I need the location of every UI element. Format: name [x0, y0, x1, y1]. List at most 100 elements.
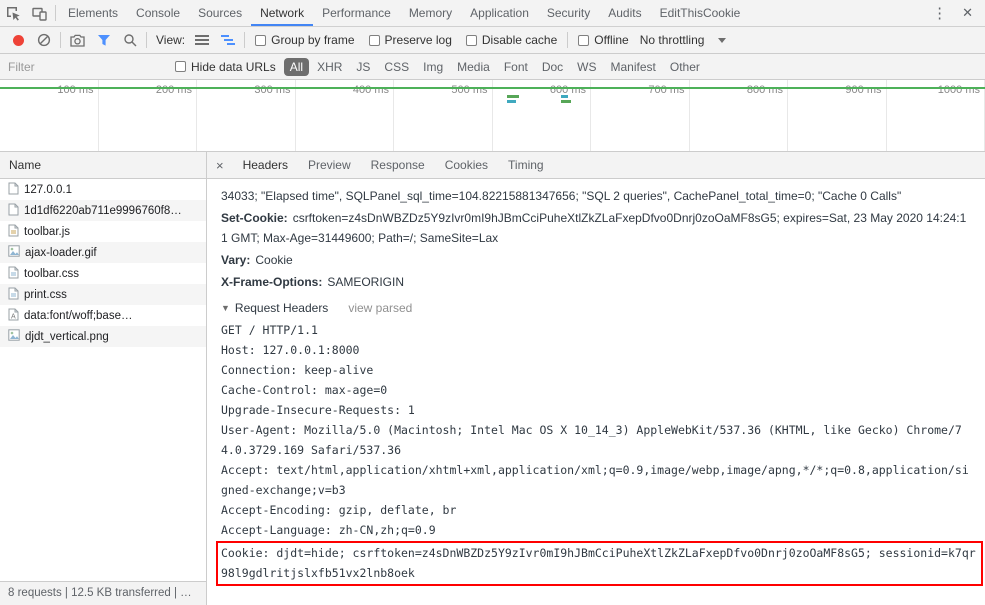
image-icon	[8, 329, 20, 344]
header-name: X-Frame-Options:	[221, 275, 323, 289]
screenshot-icon[interactable]	[64, 34, 91, 47]
devtools-window: Elements Console Sources Network Perform…	[0, 0, 985, 605]
filter-icon[interactable]	[91, 34, 117, 47]
record-icon[interactable]	[13, 34, 24, 46]
timeline-tick: 700 ms	[591, 80, 690, 151]
filter-type-js[interactable]: JS	[350, 58, 376, 76]
detail-tab-response[interactable]: Response	[361, 152, 435, 178]
filter-type-manifest[interactable]: Manifest	[605, 58, 662, 76]
preserve-log-checkbox[interactable]: Preserve log	[368, 33, 452, 47]
tab-performance[interactable]: Performance	[313, 0, 400, 26]
tab-audits[interactable]: Audits	[599, 0, 650, 26]
timeline-tick: 400 ms	[296, 80, 394, 151]
close-detail-icon[interactable]: ×	[207, 158, 233, 173]
timeline-overview[interactable]: 100 ms 200 ms 300 ms 400 ms 500 ms 600 m…	[0, 80, 985, 152]
response-header-row: Vary: Cookie	[221, 250, 971, 270]
filter-type-font[interactable]: Font	[498, 58, 534, 76]
device-toolbar-icon[interactable]	[26, 0, 52, 26]
chevron-down-icon	[718, 37, 727, 43]
filter-type-media[interactable]: Media	[451, 58, 496, 76]
request-name: djdt_vertical.png	[25, 330, 109, 343]
tab-elements[interactable]: Elements	[59, 0, 127, 26]
divider	[244, 32, 246, 48]
request-header-line: Upgrade-Insecure-Requests: 1	[221, 403, 415, 417]
request-name: data:font/woff;base…	[24, 309, 133, 322]
filter-bar: Hide data URLs All XHR JS CSS Img Media …	[0, 54, 985, 80]
image-icon	[8, 245, 20, 260]
waterfall-mark	[561, 100, 571, 103]
more-menu-icon[interactable]: ⋮	[923, 4, 956, 22]
header-value-overflow: 34033; "Elapsed time", SQLPanel_sql_time…	[221, 189, 902, 203]
svg-text:A: A	[11, 313, 16, 320]
checkbox-icon	[175, 61, 186, 72]
devtools-tabbar: Elements Console Sources Network Perform…	[0, 0, 985, 27]
detail-tab-headers[interactable]: Headers	[233, 152, 298, 178]
header-name: Vary:	[221, 253, 251, 267]
response-header-row: Set-Cookie: csrftoken=z4sDnWBZDz5Y9zIvr0m…	[221, 208, 971, 248]
checkbox-icon	[465, 34, 477, 46]
response-header-row: X-Frame-Options: SAMEORIGIN	[221, 272, 971, 292]
name-column-header[interactable]: Name	[0, 152, 206, 179]
group-by-frame-checkbox[interactable]: Group by frame	[255, 33, 355, 47]
request-row[interactable]: A data:font/woff;base…	[0, 305, 206, 326]
tab-network[interactable]: Network	[251, 0, 313, 26]
divider	[55, 5, 56, 21]
network-toolbar: View: Group by frame Preserve log Disabl…	[0, 27, 985, 54]
stylesheet-icon	[8, 287, 19, 303]
view-overview-icon[interactable]	[215, 34, 241, 46]
filter-type-all[interactable]: All	[283, 57, 310, 76]
divider	[60, 32, 61, 48]
filter-type-img[interactable]: Img	[417, 58, 449, 76]
disable-cache-checkbox[interactable]: Disable cache	[465, 33, 557, 47]
tab-security[interactable]: Security	[538, 0, 599, 26]
request-row[interactable]: toolbar.css	[0, 263, 206, 284]
request-name: 127.0.0.1	[24, 183, 72, 196]
triangle-expanded-icon: ▼	[221, 303, 230, 313]
waterfall-mark	[507, 100, 516, 103]
detail-tab-timing[interactable]: Timing	[498, 152, 554, 178]
throttling-dropdown[interactable]: No throttling	[640, 33, 727, 47]
filter-type-css[interactable]: CSS	[378, 58, 415, 76]
request-row[interactable]: 127.0.0.1	[0, 179, 206, 200]
checkbox-icon	[255, 34, 267, 46]
search-icon[interactable]	[117, 33, 143, 47]
cookie-header-line: Cookie: djdt=hide; csrftoken=z4sDnWBZDz5…	[221, 546, 976, 580]
tab-sources[interactable]: Sources	[189, 0, 251, 26]
tab-editthiscookie[interactable]: EditThisCookie	[651, 0, 750, 26]
tab-application[interactable]: Application	[461, 0, 538, 26]
tab-console[interactable]: Console	[127, 0, 189, 26]
tab-memory[interactable]: Memory	[400, 0, 461, 26]
close-devtools-icon[interactable]: ✕	[956, 5, 985, 21]
request-headers-section[interactable]: ▼ Request Headers view parsed	[221, 301, 971, 315]
detail-tab-preview[interactable]: Preview	[298, 152, 361, 178]
request-row[interactable]: print.css	[0, 284, 206, 305]
view-label: View:	[156, 33, 186, 47]
offline-label: Offline	[594, 33, 629, 47]
hide-data-urls-checkbox[interactable]: Hide data URLs	[175, 60, 276, 74]
request-row[interactable]: ajax-loader.gif	[0, 242, 206, 263]
request-row[interactable]: 1d1df6220ab711e9996760f8…	[0, 200, 206, 221]
filter-type-ws[interactable]: WS	[571, 58, 602, 76]
view-large-rows-icon[interactable]	[189, 34, 215, 46]
request-row[interactable]: toolbar.js	[0, 221, 206, 242]
view-parsed-link[interactable]: view parsed	[348, 301, 412, 315]
filter-type-xhr[interactable]: XHR	[311, 58, 348, 76]
filter-input[interactable]	[8, 59, 168, 74]
request-name: print.css	[24, 288, 67, 301]
checkbox-icon	[578, 34, 590, 46]
header-name: Set-Cookie:	[221, 211, 288, 225]
clear-icon[interactable]	[31, 33, 57, 47]
divider	[567, 32, 569, 48]
timeline-tick: 600 ms	[493, 80, 591, 151]
offline-checkbox[interactable]: Offline	[578, 33, 629, 47]
inspect-element-icon[interactable]	[0, 0, 26, 26]
filter-type-doc[interactable]: Doc	[536, 58, 569, 76]
timeline-tick: 1000 ms	[887, 80, 985, 151]
filter-type-other[interactable]: Other	[664, 58, 706, 76]
request-row[interactable]: djdt_vertical.png	[0, 326, 206, 347]
request-header-line: Accept-Encoding: gzip, deflate, br	[221, 503, 457, 517]
checkbox-icon	[368, 34, 380, 46]
detail-tab-cookies[interactable]: Cookies	[435, 152, 498, 178]
stylesheet-icon	[8, 266, 19, 282]
document-icon	[8, 203, 19, 219]
